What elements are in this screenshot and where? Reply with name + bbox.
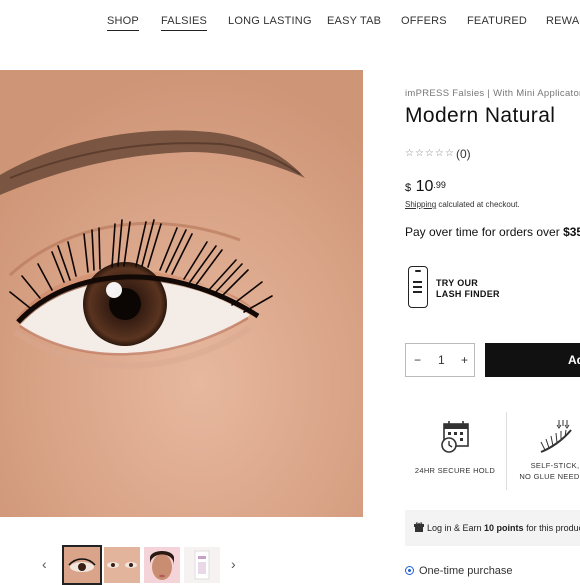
pay-over-time-amount: $35 — [563, 225, 580, 239]
perk-secure-hold-label: 24HR SECURE HOLD — [414, 466, 496, 475]
thumbnail-packaging[interactable] — [184, 547, 220, 583]
quantity-value[interactable]: 1 — [438, 353, 445, 367]
top-nav: SHOP FALSIES LONG LASTING EASY TAB OFFER… — [0, 0, 580, 40]
eye-closeup-illustration — [0, 70, 363, 517]
perk-self-stick-label-1: SELF-STICK, — [530, 461, 580, 470]
lash-finder-line1: TRY OUR — [436, 278, 479, 288]
one-time-radio[interactable] — [405, 566, 414, 575]
packaging-thumbnail-image — [194, 550, 210, 580]
price-whole: 10 — [415, 178, 434, 195]
pay-over-time-note: Pay over time for orders over $35 — [405, 225, 580, 239]
add-to-cart-button[interactable]: Ad — [485, 343, 580, 377]
loyalty-banner[interactable]: Log in & Earn 10 points for this product — [405, 510, 580, 546]
nav-featured[interactable]: FEATURED — [467, 15, 527, 27]
quantity-stepper: − 1 + — [405, 343, 475, 377]
calendar-clock-icon — [441, 421, 469, 453]
lash-finder-link[interactable]: TRY OUR LASH FINDER — [408, 266, 568, 312]
thumbnail-eye-closeup[interactable] — [62, 545, 102, 585]
nav-long-lasting[interactable]: LONG LASTING — [228, 15, 312, 27]
thumbnail-eyes-pair[interactable] — [104, 547, 140, 583]
shipping-note: Shipping calculated at checkout. — [405, 200, 520, 209]
perk-self-stick-label-2: NO GLUE NEEDED — [519, 472, 580, 481]
product-brand-line: imPRESS Falsies | With Mini Applicator — [405, 88, 580, 99]
nav-offers[interactable]: OFFERS — [401, 15, 447, 27]
loyalty-suffix: for this product — [523, 523, 580, 533]
pay-over-time-text: Pay over time for orders over — [405, 225, 564, 239]
review-count[interactable]: (0) — [456, 147, 471, 161]
one-time-purchase-label: One-time purchase — [419, 565, 513, 577]
product-image[interactable] — [0, 70, 363, 517]
nav-rewards[interactable]: REWARDS — [546, 15, 580, 27]
perk-self-stick: SELF-STICK, NO GLUE NEEDED — [505, 412, 580, 492]
price-cents: .99 — [433, 180, 446, 190]
nav-falsies[interactable]: FALSIES — [161, 15, 208, 31]
shipping-note-text: calculated at checkout. — [436, 200, 520, 209]
eye-thumbnail-image — [68, 558, 96, 572]
quantity-increase-button[interactable]: + — [461, 353, 468, 367]
product-title: Modern Natural — [405, 104, 556, 127]
thumbnail-strip — [60, 545, 220, 585]
lash-finder-line2: LASH FINDER — [436, 289, 500, 299]
loyalty-text: Log in & Earn 10 points for this product — [427, 523, 580, 533]
loyalty-points: 10 points — [484, 523, 524, 533]
perk-secure-hold: 24HR SECURE HOLD — [405, 412, 505, 492]
shipping-link[interactable]: Shipping — [405, 200, 436, 209]
eyes-thumbnail-image — [107, 562, 137, 568]
thumbnail-model-face[interactable] — [144, 547, 180, 583]
nav-easy-tab[interactable]: EASY TAB — [327, 15, 381, 27]
model-thumbnail-image — [150, 551, 174, 580]
thumbnail-next-arrow[interactable]: › — [231, 556, 236, 572]
rating-stars-icon[interactable]: ☆☆☆☆☆ — [405, 148, 455, 159]
quantity-decrease-button[interactable]: − — [414, 353, 421, 367]
price-currency: $ — [405, 182, 412, 194]
product-price: $ 10.99 — [405, 178, 446, 196]
gift-icon — [414, 522, 424, 532]
nav-shop[interactable]: SHOP — [107, 15, 139, 31]
thumbnail-prev-arrow[interactable]: ‹ — [42, 556, 47, 572]
lash-finder-label: TRY OUR LASH FINDER — [436, 278, 500, 300]
loyalty-prefix: Log in & Earn — [427, 523, 485, 533]
phone-icon — [408, 266, 428, 308]
lash-applicator-icon — [540, 420, 572, 453]
